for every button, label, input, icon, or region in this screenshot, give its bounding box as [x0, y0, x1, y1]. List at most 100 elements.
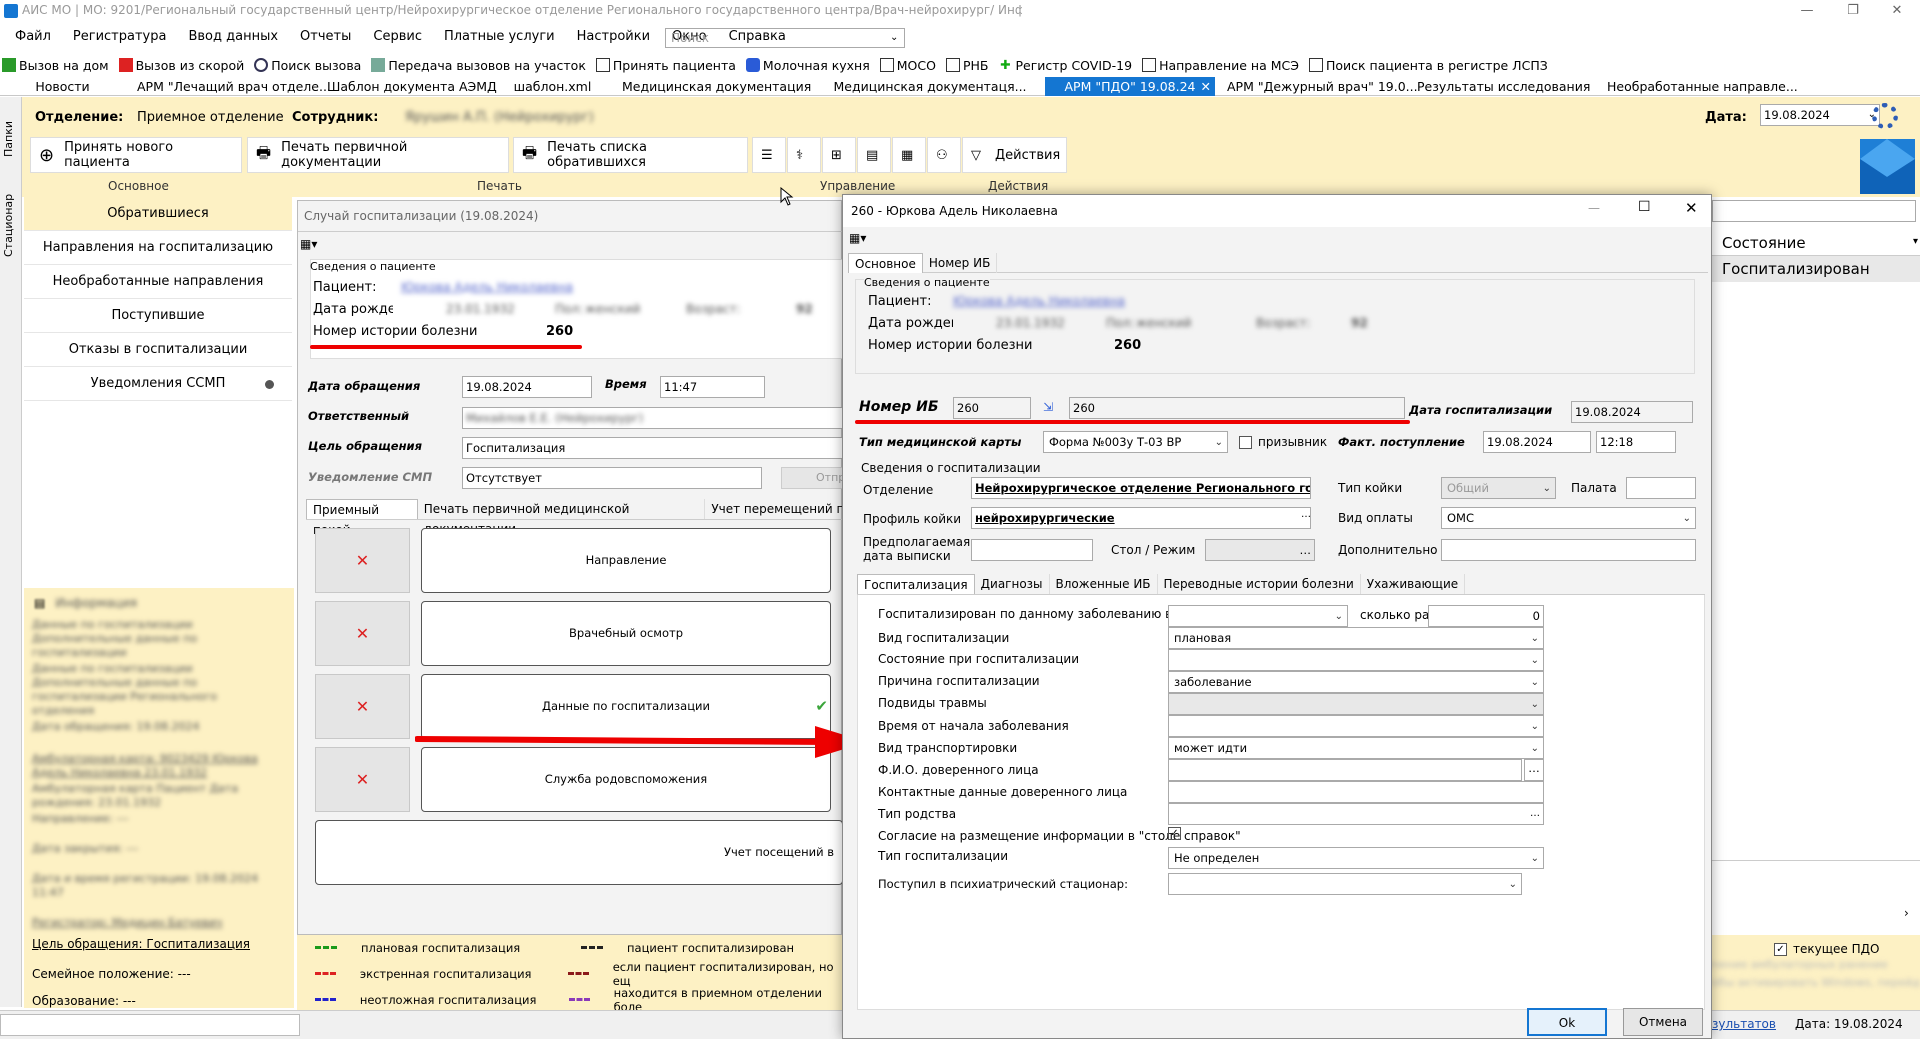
visit-date-field[interactable]: 19.08.2024	[462, 376, 592, 398]
ambulance-call-button[interactable]: Вызов из скорой	[118, 58, 244, 73]
home-call-button[interactable]: Вызов на дом	[2, 58, 109, 73]
tab-template-xml[interactable]: шаблон.xml	[495, 77, 610, 96]
extra-field[interactable]	[1441, 539, 1696, 561]
nav-directions[interactable]: Направления на госпитализацию	[24, 231, 292, 265]
trustee-contacts-field[interactable]	[1168, 781, 1544, 803]
tab-movements[interactable]: Учет перемещений пацие	[705, 498, 843, 519]
moso-button[interactable]: МОСО	[879, 58, 936, 73]
gear-icon[interactable]	[1872, 103, 1898, 129]
direction-card[interactable]: Направление	[421, 528, 831, 593]
conscript-checkbox[interactable]: призывник	[1239, 435, 1327, 449]
nav-applied[interactable]: Обратившиеся	[24, 197, 292, 231]
tab-print-primary[interactable]: Печать первичной медицинской документаци…	[418, 498, 706, 536]
find-call-button[interactable]: Поиск вызова	[254, 58, 361, 73]
nav-admitted[interactable]: Поступившие	[24, 299, 292, 333]
manage-btn-6[interactable]: ⚇	[927, 137, 961, 173]
menu-paid[interactable]: Платные услуги	[433, 24, 566, 50]
tab-diagnoses[interactable]: Диагнозы	[975, 573, 1050, 594]
ok-button[interactable]: Ok	[1527, 1008, 1607, 1036]
bed-type-select[interactable]: Общий ⌄	[1441, 477, 1556, 499]
bgwin-menu-icon[interactable]: ▦▾	[300, 237, 317, 251]
patient-name-link[interactable]: Юркова Адель Николаевна	[401, 280, 573, 294]
time-field[interactable]: 11:47	[660, 376, 765, 398]
ib-full-field[interactable]: 260	[1069, 397, 1405, 419]
minimize-icon[interactable]: —	[1784, 0, 1830, 22]
manage-btn-3[interactable]: ⊞	[822, 137, 856, 173]
hosp-status-header[interactable]: Состояние госпитализа...▾	[1710, 232, 1920, 270]
hosp-status-cell[interactable]: Госпитализирован	[1710, 256, 1920, 282]
lspz-search-button[interactable]: Поиск пациента в регистре ЛСПЗ	[1308, 58, 1548, 73]
reason-select[interactable]: заболевание ⌄	[1168, 671, 1544, 693]
trustee-ellipsis-button[interactable]: …	[1524, 759, 1544, 781]
nav-ssmp-notifications[interactable]: Уведомления ССМП	[24, 367, 292, 401]
accept-patient-button[interactable]: Принять пациента	[595, 58, 736, 73]
print-list-button[interactable]: 🖶 Печать списка обратившихся	[513, 137, 748, 173]
menu-settings[interactable]: Настройки	[566, 24, 661, 50]
psych-select[interactable]: ⌄	[1168, 873, 1522, 895]
condition-select[interactable]: ⌄	[1168, 649, 1544, 671]
info-purpose[interactable]: Цель обращения: Госпитализация	[32, 937, 250, 951]
tab-unprocessed[interactable]: Необработанные направле...	[1595, 77, 1805, 96]
manage-btn-1[interactable]: ☰	[752, 137, 786, 173]
consent-checkbox[interactable]: ✓	[1168, 827, 1181, 840]
tab-transfer-histories[interactable]: Переводные истории болезни	[1158, 573, 1361, 594]
scroll-right-icon[interactable]: ›	[1904, 906, 1909, 920]
ellipsis-icon[interactable]: …	[1301, 509, 1311, 520]
card-type-select[interactable]: Форма №003у Т-03 ВР ⌄	[1043, 431, 1228, 453]
accept-patient-ribbon-button[interactable]: ⊕ Принять нового пациента	[30, 137, 242, 173]
menu-service[interactable]: Сервис	[362, 24, 433, 50]
tab-hospitalization[interactable]: Госпитализация	[857, 573, 975, 594]
link-icon[interactable]: ⇲	[1043, 400, 1053, 414]
manage-btn-2[interactable]: ⚕	[787, 137, 821, 173]
fact-date-field[interactable]: 19.08.2024	[1483, 431, 1591, 453]
dialog-minimize-icon[interactable]: —	[1588, 201, 1600, 215]
tab-close-icon[interactable]: ✕	[1201, 77, 1211, 96]
exam-card[interactable]: Врачебный осмотр	[421, 601, 831, 666]
tab-med-docs-2[interactable]: Медицинская документаця...	[815, 77, 1045, 96]
dialog-patient-link[interactable]: Юркова Адель Николаевна	[953, 294, 1125, 308]
transfer-calls-button[interactable]: Передача вызовов на участок	[371, 58, 586, 73]
table-mode-field[interactable]: …	[1205, 539, 1315, 561]
mail-icon[interactable]	[1860, 139, 1915, 194]
dept-field[interactable]: Нейрохирургическое отделение Регионально…	[971, 477, 1311, 499]
folders-tab[interactable]: Папки	[2, 107, 15, 157]
ellipsis-icon[interactable]: …	[1300, 542, 1312, 558]
hosp-type-select[interactable]: Не определен ⌄	[1168, 847, 1544, 869]
tab-med-docs[interactable]: Медицинская документация	[610, 77, 815, 96]
menu-reports[interactable]: Отчеты	[289, 24, 362, 50]
fact-time-field[interactable]: 12:18	[1596, 431, 1676, 453]
current-pdo-checkbox[interactable]: ✓ текущее ПДО	[1774, 942, 1879, 956]
kinship-field[interactable]: …	[1168, 803, 1544, 825]
nav-unprocessed[interactable]: Необработанные направления	[24, 265, 292, 299]
ellipsis-icon[interactable]: …	[1530, 806, 1540, 822]
cancel-button[interactable]: Отмена	[1623, 1008, 1703, 1036]
tab-caregivers[interactable]: Ухаживающие	[1361, 573, 1466, 594]
send-button[interactable]: Отпр	[781, 467, 845, 489]
mse-direction-button[interactable]: Направление на МСЭ	[1142, 58, 1299, 73]
tab-arm-doctor[interactable]: АРМ "Лечащий врач отделе...	[125, 77, 331, 96]
this-year-select[interactable]: ⌄	[1168, 605, 1348, 627]
times-field[interactable]: 0	[1428, 605, 1544, 627]
tab-news[interactable]: Новости	[0, 77, 125, 96]
dialog-close-icon[interactable]: ✕	[1685, 199, 1698, 217]
right-filter-field[interactable]	[1712, 200, 1916, 222]
trustee-field[interactable]	[1168, 759, 1522, 781]
dialog-menu-icon[interactable]: ▦▾	[849, 231, 866, 245]
hospital-tab[interactable]: Стационар	[2, 177, 15, 257]
restore-icon[interactable]: ❐	[1830, 0, 1876, 22]
manage-btn-5[interactable]: ▦	[892, 137, 926, 173]
tab-main[interactable]: Основное	[848, 252, 923, 273]
tab-arm-duty[interactable]: АРМ "Дежурный врач" 19.0...	[1215, 77, 1418, 96]
ward-field[interactable]	[1626, 477, 1696, 499]
dialog-maximize-icon[interactable]: ☐	[1638, 199, 1651, 215]
tab-arm-pdo[interactable]: АРМ "ПДО" 19.08.24 ✕	[1045, 76, 1215, 96]
rnb-button[interactable]: РНБ	[945, 58, 988, 73]
tab-reception[interactable]: Приемный покой	[306, 498, 418, 537]
search-chevron-icon[interactable]: ⌄	[890, 32, 898, 43]
notify-field[interactable]: Отсутствует	[462, 467, 762, 489]
ib-short-field[interactable]: 260	[953, 397, 1031, 419]
discharge-date-field[interactable]	[971, 539, 1093, 561]
profile-field[interactable]: нейрохирургические	[971, 507, 1311, 529]
disease-time-select[interactable]: ⌄	[1168, 715, 1544, 737]
milk-kitchen-button[interactable]: Молочная кухня	[745, 58, 870, 73]
